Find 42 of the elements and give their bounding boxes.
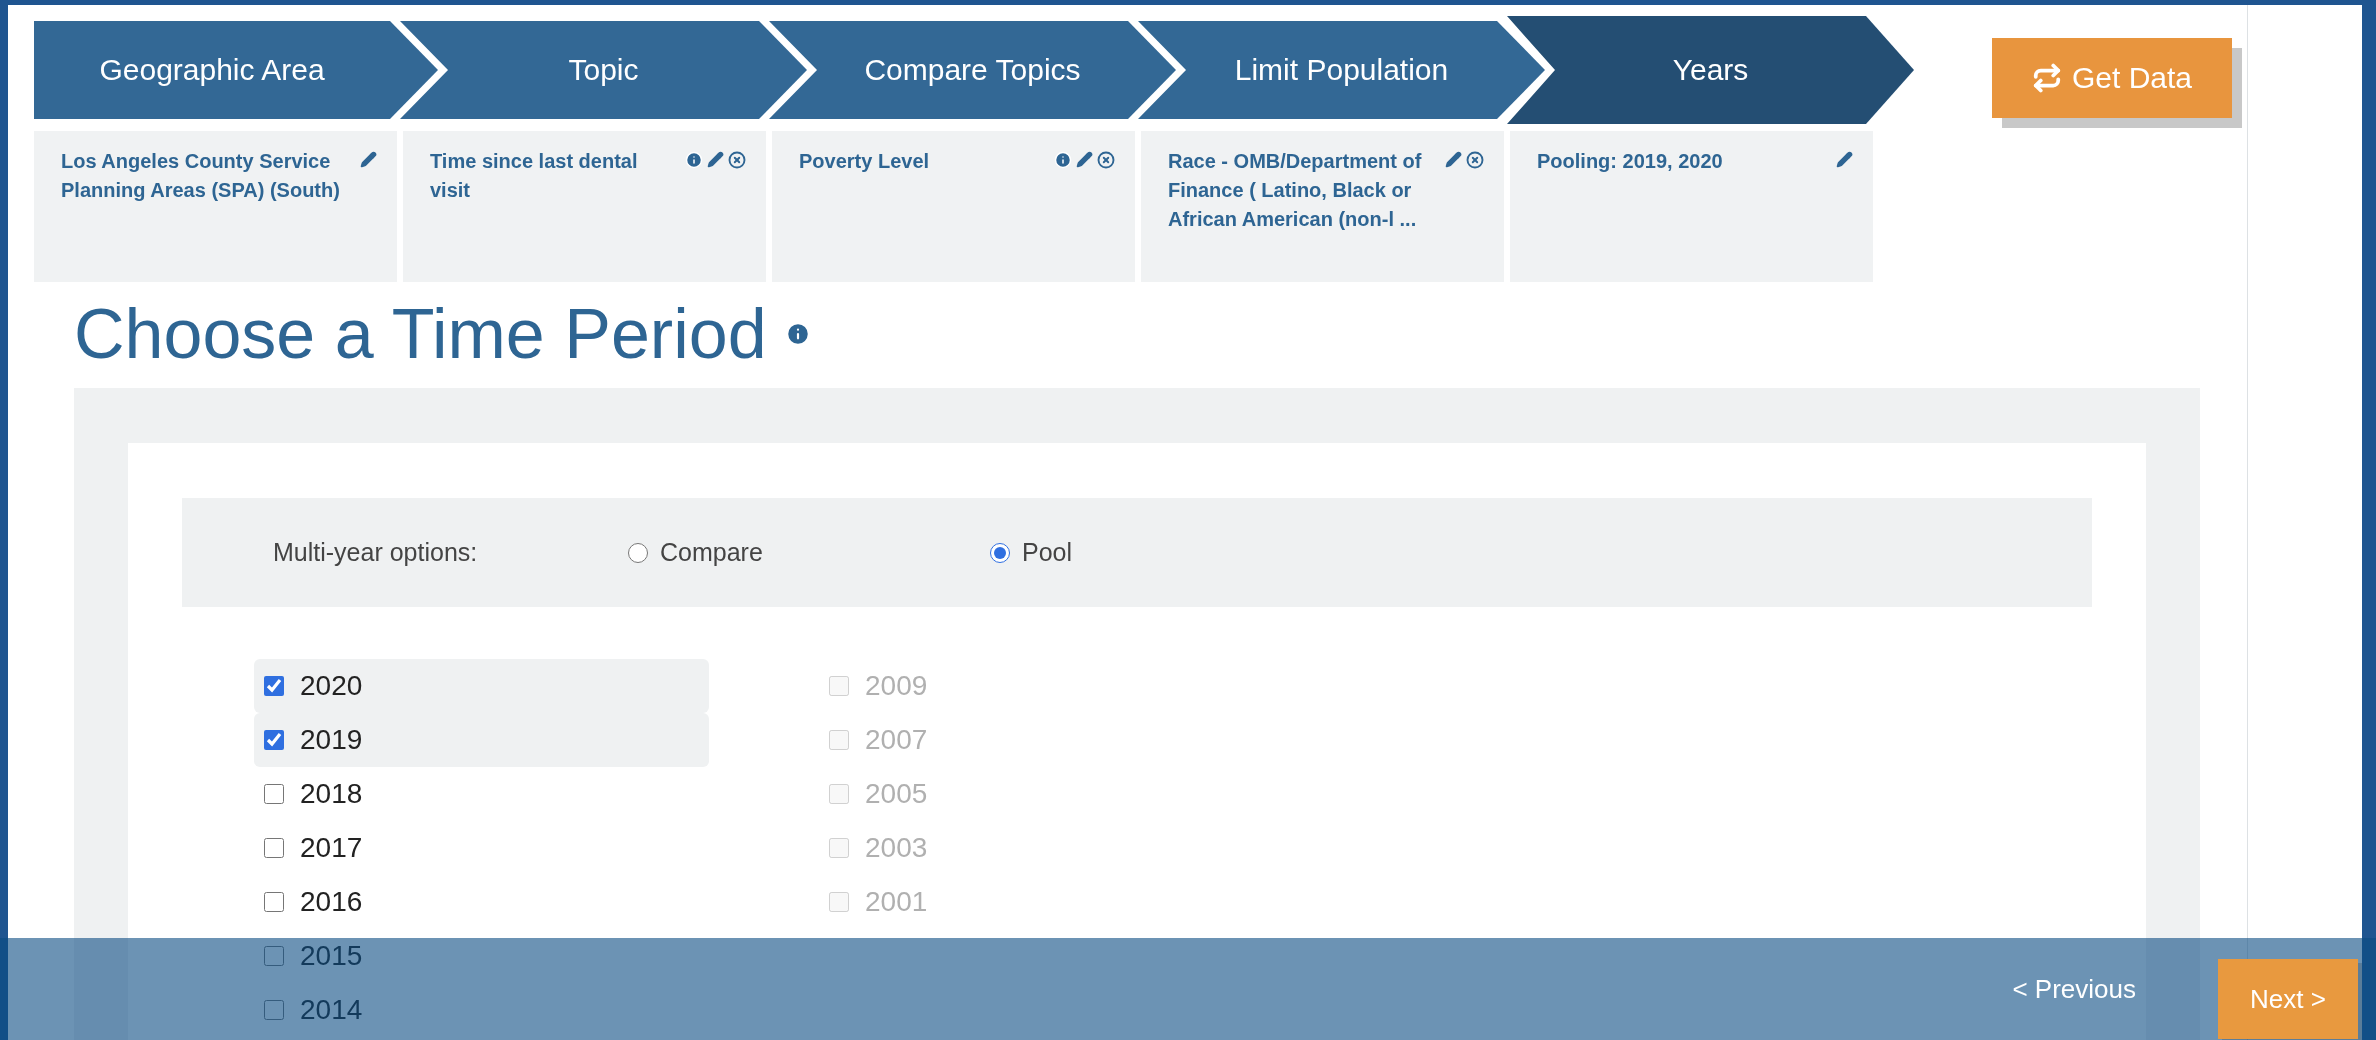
year-label: 2017 — [300, 832, 363, 864]
edit-icon[interactable] — [360, 151, 377, 168]
card-text: Time since last dental visit — [430, 149, 639, 203]
radio-label: Pool — [1022, 538, 1073, 567]
radio-button[interactable] — [628, 542, 648, 563]
card-text: Race - OMB/Department of Finance ( Latino, Black or African American (non-l ... — [1168, 149, 1423, 232]
year-checkbox[interactable] — [264, 730, 284, 750]
radio-button[interactable] — [990, 542, 1010, 563]
year-label: 2009 — [865, 670, 928, 702]
year-checkbox[interactable] — [264, 1000, 284, 1020]
year-label: 2015 — [300, 940, 363, 972]
edit-icon[interactable] — [1445, 151, 1462, 168]
year-checkbox[interactable] — [264, 676, 284, 696]
remove-icon[interactable] — [1097, 151, 1115, 169]
info-icon[interactable] — [1054, 151, 1072, 169]
card-text: Los Angeles County Service Planning Areas (SPA) (South) — [61, 149, 341, 203]
edit-icon[interactable] — [707, 151, 724, 168]
repeat-icon — [2031, 63, 2062, 93]
remove-icon[interactable] — [728, 151, 746, 169]
year-checkbox[interactable] — [264, 784, 284, 804]
edit-icon[interactable] — [1836, 151, 1853, 168]
info-icon[interactable] — [685, 151, 703, 169]
page-heading: Choose a Time Period — [74, 294, 767, 374]
year-label: 2001 — [865, 886, 928, 918]
edit-icon[interactable] — [1076, 151, 1093, 168]
previous-link[interactable]: < Previous — [2012, 973, 2136, 1005]
year-label: 2003 — [865, 832, 928, 864]
year-checkbox[interactable] — [264, 946, 284, 966]
year-label: 2019 — [300, 724, 363, 756]
card-text: Pooling: 2019, 2020 — [1537, 149, 1724, 174]
year-label: 2014 — [300, 994, 363, 1026]
radio-label: Compare — [660, 538, 763, 567]
remove-icon[interactable] — [1466, 151, 1484, 169]
year-checkbox[interactable] — [264, 892, 284, 912]
year-label: 2020 — [300, 670, 363, 702]
options-label: Multi-year options: — [273, 538, 479, 567]
year-label: 2018 — [300, 778, 363, 810]
card-text: Poverty Level — [799, 149, 931, 174]
year-label: 2005 — [865, 778, 928, 810]
year-label: 2007 — [865, 724, 928, 756]
year-label: 2016 — [300, 886, 363, 918]
year-checkbox[interactable] — [264, 838, 284, 858]
